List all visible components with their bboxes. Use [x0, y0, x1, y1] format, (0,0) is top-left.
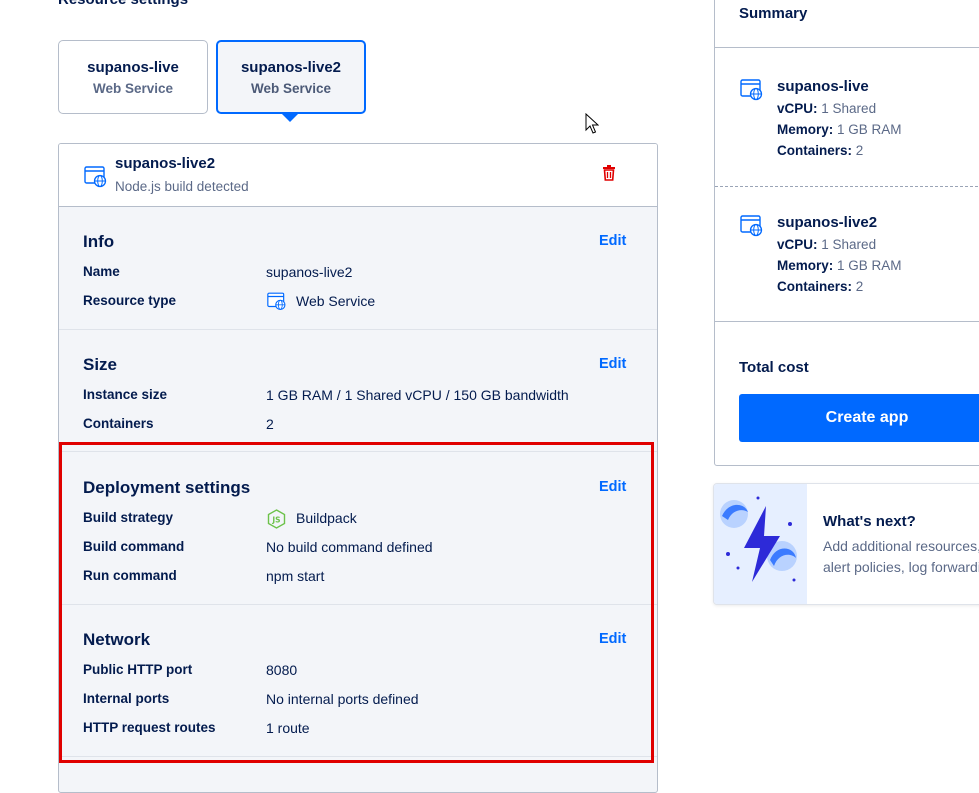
internal-ports-label: Internal ports	[83, 691, 170, 706]
create-app-button[interactable]: Create app	[739, 394, 979, 442]
http-routes-value: 1 route	[266, 720, 310, 736]
whats-next-description: Add additional resources, alert policies…	[823, 538, 979, 575]
summary-item-memory: Memory: 1 GB RAM	[777, 122, 902, 137]
public-http-port-value: 8080	[266, 662, 298, 678]
run-command-label: Run command	[83, 568, 177, 583]
summary-item-containers: Containers: 2	[777, 279, 864, 294]
section-divider	[59, 451, 657, 452]
run-command-value: npm start	[266, 568, 325, 584]
resource-tab-type: Web Service	[250, 80, 332, 96]
size-title: Size	[83, 355, 118, 374]
summary-item-vcpu: vCPU: 1 Shared	[777, 237, 877, 252]
web-service-icon	[740, 79, 764, 106]
resource-tab-name: supanos-live	[87, 58, 179, 76]
info-edit-button[interactable]: Edit	[599, 233, 626, 249]
instance-size-value: 1 GB RAM / 1 Shared vCPU / 150 GB bandwi…	[266, 387, 569, 403]
component-header: supanos-live2 Node.js build detected	[59, 144, 657, 207]
whats-next-illustration	[714, 484, 807, 604]
summary-card: Summary supanos-live vCPU: 1 Shared Memo…	[714, 0, 979, 466]
deployment-title: Deployment settings	[83, 478, 251, 497]
summary-divider	[715, 321, 979, 322]
build-command-label: Build command	[83, 539, 185, 554]
http-routes-label: HTTP request routes	[83, 720, 216, 735]
summary-divider	[715, 47, 979, 48]
resource-tab-name: supanos-live2	[240, 58, 342, 76]
info-title: Info	[83, 232, 115, 251]
internal-ports-value: No internal ports defined	[266, 691, 419, 707]
build-strategy-value: Buildpack	[296, 510, 357, 526]
public-http-port-label: Public HTTP port	[83, 662, 193, 677]
section-divider	[59, 329, 657, 330]
name-value: supanos-live2	[266, 264, 353, 280]
build-command-value: No build command defined	[266, 539, 433, 555]
summary-title: Summary	[739, 5, 808, 22]
name-label: Name	[83, 264, 120, 279]
resource-tab-supanos-live2[interactable]: supanos-live2 Web Service	[216, 40, 366, 114]
resource-tab-type: Web Service	[92, 80, 174, 96]
deployment-edit-button[interactable]: Edit	[599, 479, 626, 495]
component-name: supanos-live2	[115, 155, 216, 172]
resource-type-value: Web Service	[296, 293, 376, 309]
network-edit-button[interactable]: Edit	[599, 631, 626, 647]
section-divider	[59, 604, 657, 605]
instance-size-label: Instance size	[83, 387, 168, 402]
total-cost-label: Total cost	[739, 359, 809, 376]
summary-item-containers: Containers: 2	[777, 143, 864, 158]
web-service-icon	[740, 215, 764, 242]
mouse-cursor-icon	[585, 112, 600, 140]
section-divider	[59, 756, 657, 757]
resource-tab-supanos-live[interactable]: supanos-live Web Service	[58, 40, 208, 114]
page-heading: Resource settings	[58, 0, 188, 8]
size-edit-button[interactable]: Edit	[599, 356, 626, 372]
trash-icon[interactable]	[602, 165, 616, 186]
web-service-icon	[267, 292, 287, 316]
whats-next-title: What's next?	[823, 513, 916, 530]
component-panel: supanos-live2 Node.js build detected Inf…	[58, 143, 658, 793]
summary-dashed-divider	[715, 186, 979, 187]
summary-item-name: supanos-live2	[777, 214, 878, 231]
summary-item-memory: Memory: 1 GB RAM	[777, 258, 902, 273]
containers-label: Containers	[83, 416, 154, 431]
whats-next-card[interactable]: What's next? Add additional resources, a…	[713, 483, 979, 605]
component-detected: Node.js build detected	[115, 179, 249, 194]
web-service-icon	[84, 166, 108, 193]
svg-text:JS: JS	[271, 516, 280, 525]
build-strategy-label: Build strategy	[83, 510, 174, 525]
summary-item-name: supanos-live	[777, 78, 869, 95]
containers-value: 2	[266, 416, 274, 432]
active-tab-pointer	[282, 114, 298, 122]
resource-type-label: Resource type	[83, 293, 177, 308]
network-title: Network	[83, 630, 151, 649]
nodejs-icon: JS	[267, 509, 286, 534]
summary-item-vcpu: vCPU: 1 Shared	[777, 101, 877, 116]
